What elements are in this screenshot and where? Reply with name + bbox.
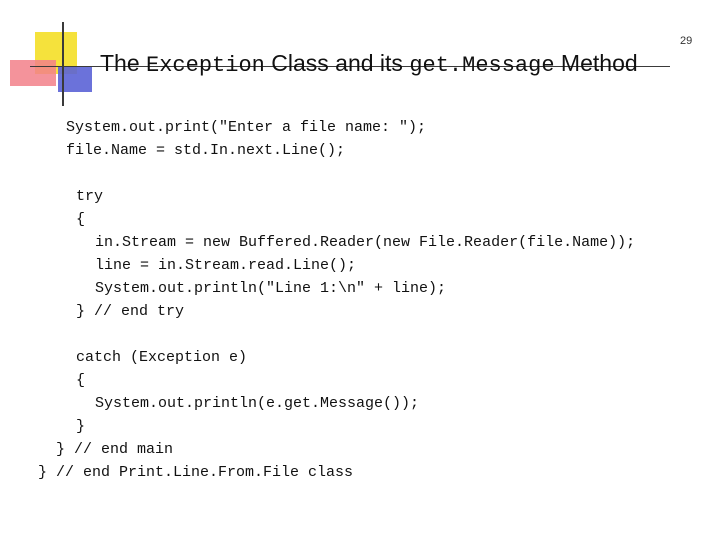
page-number: 29 (680, 35, 693, 47)
title-code-getmessage: get.Message (409, 53, 555, 78)
code-line: System.out.println("Line 1:\n" + line); (95, 280, 447, 297)
slide: The Exception Class and its get.Message … (0, 0, 720, 540)
title-code-exception: Exception (146, 53, 265, 78)
code-line: try (76, 188, 104, 205)
title-text-3: Method (554, 50, 638, 76)
code-line: System.out.println(e.get.Message()); (95, 395, 420, 412)
slide-title: The Exception Class and its get.Message … (100, 50, 638, 78)
code-line: } // end main (56, 441, 174, 458)
title-text-2: Class and its (264, 50, 410, 76)
title-text-1: The (100, 50, 147, 76)
logo-pink-bar (10, 60, 56, 86)
code-line: } // end try (76, 303, 185, 320)
code-line: { (76, 372, 86, 389)
code-line: System.out.print("Enter a file name: "); (66, 119, 427, 136)
code-line: } // end Print.Line.From.File class (38, 464, 354, 481)
code-line: file.Name = std.In.next.Line(); (66, 142, 346, 159)
code-line: line = in.Stream.read.Line(); (95, 257, 357, 274)
code-line: catch (Exception e) (76, 349, 248, 366)
code-line: { (76, 211, 86, 228)
code-line: } (76, 418, 86, 435)
logo-vertical-line (62, 22, 64, 106)
code-line: in.Stream = new Buffered.Reader(new File… (95, 234, 636, 251)
